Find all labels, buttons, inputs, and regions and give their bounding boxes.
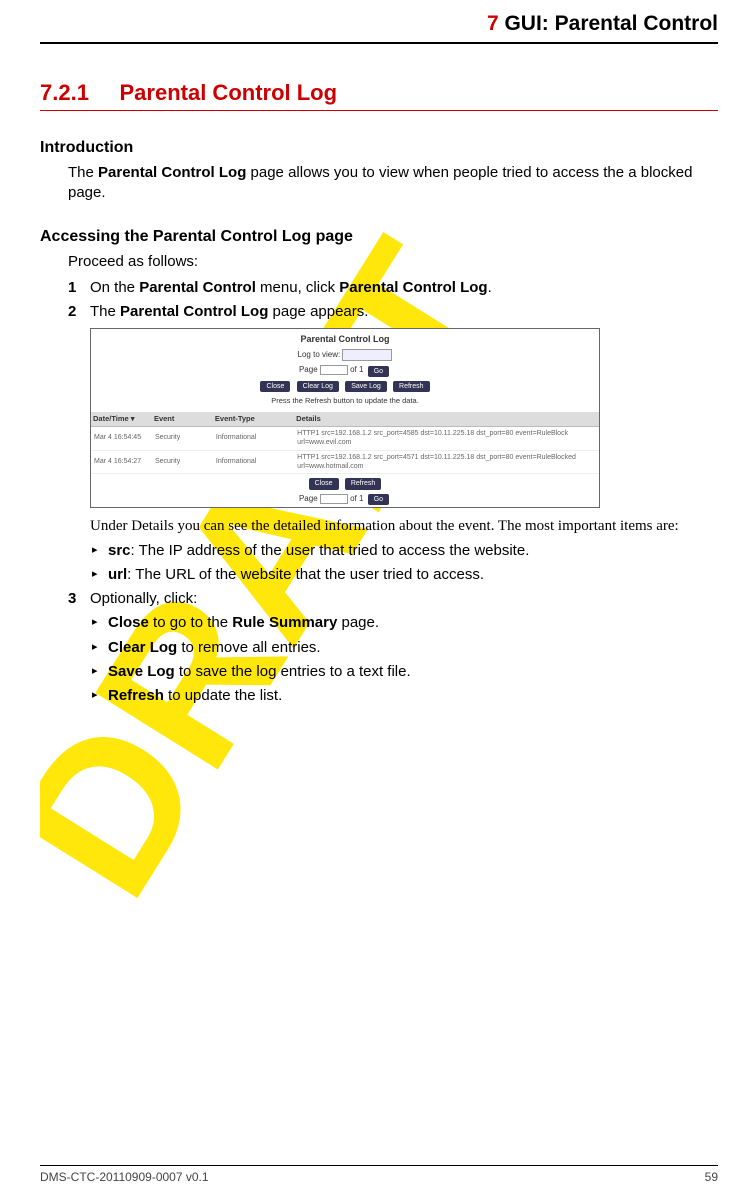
table-row: Mar 4 16:54:45 Security Informational HT… bbox=[91, 426, 599, 450]
ss-page-input[interactable] bbox=[320, 365, 348, 375]
ss-log-select-row: Log to view: bbox=[91, 347, 599, 363]
src-item: src: The IP address of the user that tri… bbox=[90, 541, 718, 561]
save-item: Save Log to save the log entries to a te… bbox=[90, 662, 718, 682]
page-header: 7 GUI: Parental Control bbox=[40, 12, 718, 44]
url-item: url: The URL of the website that the use… bbox=[90, 565, 718, 585]
ss-button-row-bottom: Close Refresh bbox=[91, 474, 599, 491]
intro-heading: Introduction bbox=[40, 139, 718, 157]
step-1: 1 On the Parental Control menu, click Pa… bbox=[68, 278, 718, 298]
table-row: Mar 4 16:54:27 Security Informational HT… bbox=[91, 450, 599, 474]
clear-item: Clear Log to remove all entries. bbox=[90, 638, 718, 658]
ss-go-button-2[interactable]: Go bbox=[368, 494, 389, 505]
ss-pager-bottom: Page of 1 Go bbox=[91, 492, 599, 508]
close-item: Close to go to the Rule Summary page. bbox=[90, 613, 718, 633]
ss-page-input-2[interactable] bbox=[320, 494, 348, 504]
ss-hint: Press the Refresh button to update the d… bbox=[91, 394, 599, 408]
page-content: 7.2.1 Parental Control Log Introduction … bbox=[40, 80, 718, 710]
ss-title: Parental Control Log bbox=[91, 329, 599, 347]
ss-table: Date/Time ▾ Event Event-Type Details Mar… bbox=[91, 412, 599, 475]
refresh-item: Refresh to update the list. bbox=[90, 686, 718, 706]
section-title: 7.2.1 Parental Control Log bbox=[40, 80, 718, 111]
ss-close-button-2[interactable]: Close bbox=[309, 478, 339, 489]
ss-refresh-button[interactable]: Refresh bbox=[393, 381, 430, 392]
log-screenshot: Parental Control Log Log to view: Page o… bbox=[90, 328, 600, 508]
chapter-title: GUI: Parental Control bbox=[499, 12, 718, 35]
ss-select[interactable] bbox=[342, 349, 392, 361]
access-heading: Accessing the Parental Control Log page bbox=[40, 228, 718, 246]
doc-id: DMS-CTC-20110909-0007 v0.1 bbox=[40, 1170, 209, 1184]
page-footer: DMS-CTC-20110909-0007 v0.1 59 bbox=[40, 1165, 718, 1184]
ss-go-button[interactable]: Go bbox=[368, 366, 389, 377]
ss-button-row: Close Clear Log Save Log Refresh bbox=[91, 379, 599, 394]
ss-close-button[interactable]: Close bbox=[260, 381, 290, 392]
chapter-number: 7 bbox=[487, 12, 499, 35]
ss-save-button[interactable]: Save Log bbox=[345, 381, 387, 392]
ss-pager-top: Page of 1 Go bbox=[91, 363, 599, 379]
details-note: Under Details you can see the detailed i… bbox=[90, 516, 718, 536]
step-2: 2 The Parental Control Log page appears.… bbox=[68, 302, 718, 585]
access-lead: Proceed as follows: bbox=[68, 252, 718, 272]
ss-refresh-button-2[interactable]: Refresh bbox=[345, 478, 382, 489]
ss-clear-button[interactable]: Clear Log bbox=[297, 381, 339, 392]
page-number: 59 bbox=[705, 1170, 718, 1184]
step-3: 3 Optionally, click: Close to go to the … bbox=[68, 589, 718, 706]
intro-text: The Parental Control Log page allows you… bbox=[68, 163, 718, 204]
